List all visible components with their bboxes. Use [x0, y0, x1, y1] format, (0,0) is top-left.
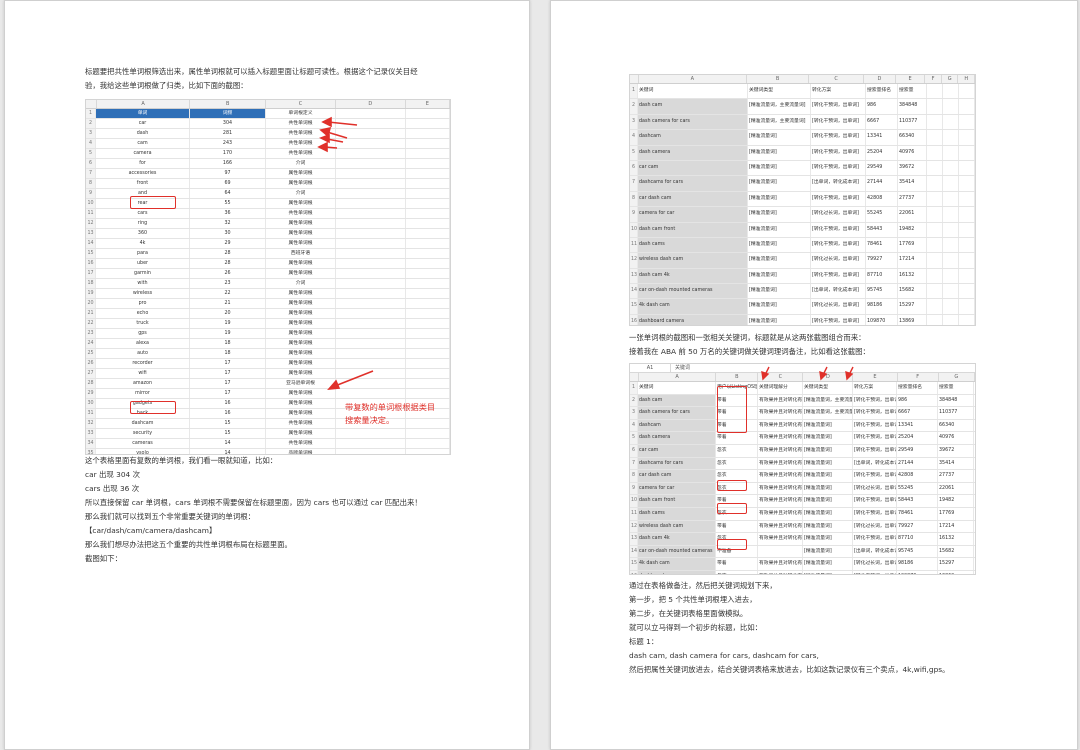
body-line-3: cars 出现 36 次: [85, 484, 140, 493]
document-page-right: ABCDEFGH 1 关键词 关键词类型 转化方案 搜索量排名 搜索量 2 dash cam[…: [550, 0, 1078, 750]
body-line-6: 【car/dash/cam/camera/dashcam】: [85, 526, 217, 535]
bottom-line-1: 通过在表格做备注，然后把关键词规划下来，: [629, 581, 777, 590]
body-line-8: 截图如下：: [85, 554, 122, 563]
body-line-2: car 出现 304 次: [85, 470, 140, 479]
bottom-line-6: dash cam, dash camera for cars, dashcam …: [629, 651, 819, 660]
body-line-4: 所以直接保留 car 单词根，cars 单词根不需要保留在标题里面，因为 car…: [85, 498, 422, 507]
body-line-5: 那么我们就可以找到五个非常重要关键词的单词根：: [85, 512, 255, 521]
annotation-arrows: [317, 116, 374, 390]
body-line-1: 这个表格里面有复数的单词根，我们看一眼就知道，比如：: [85, 456, 278, 465]
bottom-line-4: 就可以立马得到一个初步的标题，比如：: [629, 623, 763, 632]
document-page-left: 标题要把共性单词根筛选出来，属性单词根就可以插入标题里面让标题可读性。根据这个记…: [4, 0, 530, 750]
bottom-line-7: 然后把属性关键词放进去，结合关键词表格来放进去，比如这款记录仪有三个卖点，4k,…: [629, 665, 950, 674]
bottom-line-3: 第二步，在关键词表格里面做模拟。: [629, 609, 748, 618]
annotation-note-line-1: 带复数的单词根根据类目: [345, 402, 436, 412]
body-line-7: 那么我们想尽办法把这五个重要的共性单词根布局在标题里面。: [85, 540, 292, 549]
bottom-line-2: 第一步，把 5 个共性单词根埋入进去，: [629, 595, 757, 604]
bottom-line-5: 标题 1：: [629, 637, 659, 646]
annotation-note-line-2: 搜索量决定。: [345, 415, 395, 425]
